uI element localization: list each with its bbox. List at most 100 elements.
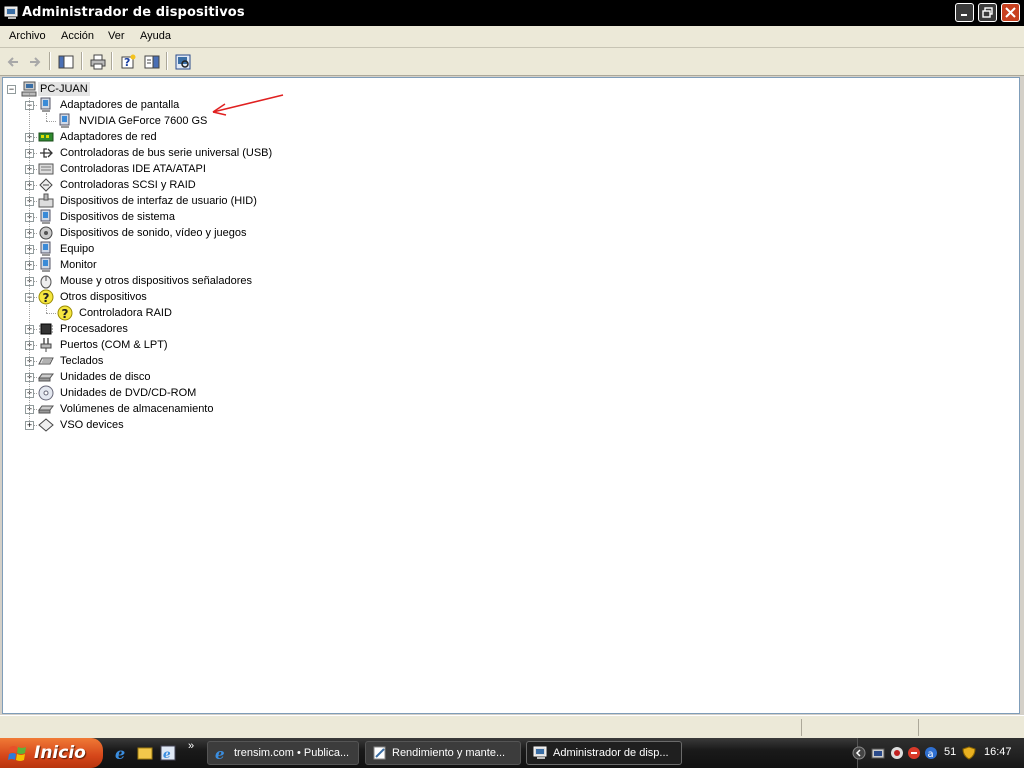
- tree-category-label[interactable]: Teclados: [60, 354, 103, 368]
- tree-connector: [29, 93, 30, 421]
- usb-icon: [40, 148, 53, 158]
- close-button[interactable]: [1001, 3, 1020, 22]
- restore-icon: [982, 7, 993, 18]
- dvd-icon: [38, 385, 54, 401]
- tree-category-label[interactable]: Controladoras SCSI y RAID: [60, 178, 196, 192]
- more-quicklaunch-chevron[interactable]: »: [188, 740, 194, 752]
- collapse-toggle[interactable]: −: [7, 85, 16, 94]
- menu-archivo[interactable]: Archivo: [9, 30, 46, 42]
- forward-icon: [30, 57, 41, 67]
- processor-icon: [39, 323, 53, 335]
- close-icon: [1005, 7, 1016, 18]
- hid-icon: [38, 193, 54, 208]
- tree-category-label[interactable]: Adaptadores de red: [60, 130, 157, 144]
- svg-text:e: e: [215, 745, 225, 761]
- security-icon[interactable]: [907, 746, 921, 760]
- svg-text:?: ?: [62, 307, 69, 321]
- keyboard-icon: [38, 357, 54, 365]
- tree-category-label[interactable]: Unidades de DVD/CD-ROM: [60, 386, 196, 400]
- internet-explorer-icon[interactable]: e: [114, 745, 130, 761]
- tree-category-label[interactable]: Procesadores: [60, 322, 128, 336]
- show-hidden-icons-button[interactable]: [852, 746, 866, 760]
- tree-category-label[interactable]: Equipo: [60, 242, 94, 256]
- status-bar: [0, 715, 1024, 739]
- menu-ayuda[interactable]: Ayuda: [140, 30, 171, 42]
- help-button[interactable]: ?: [117, 51, 139, 73]
- task-label: trensim.com • Publica...: [234, 747, 350, 759]
- tree-connector: [46, 305, 47, 313]
- annotation-arrow: [212, 94, 284, 116]
- scan-hardware-icon: [175, 54, 191, 70]
- tree-category-label[interactable]: Volúmenes de almacenamiento: [60, 402, 213, 416]
- tree-category-label[interactable]: Puertos (COM & LPT): [60, 338, 168, 352]
- disk-icon: [38, 373, 54, 382]
- clock: 16:47: [984, 746, 1012, 758]
- toolbar-separator: [49, 52, 51, 70]
- task-label: Rendimiento y mante...: [392, 747, 506, 759]
- tray-number: 51: [944, 746, 957, 758]
- tree-device-label[interactable]: NVIDIA GeForce 7600 GS: [79, 114, 207, 128]
- window-title: Administrador de dispositivos: [22, 5, 245, 20]
- toolbar-separator: [166, 52, 168, 70]
- internet-explorer-icon: e: [215, 745, 225, 761]
- antivirus-icon[interactable]: [890, 746, 904, 760]
- console-tree-icon: [58, 55, 74, 69]
- svg-text:a: a: [928, 749, 934, 760]
- messenger-icon[interactable]: a: [924, 746, 938, 760]
- tree-category-label[interactable]: Mouse y otros dispositivos señaladores: [60, 274, 252, 288]
- properties-button[interactable]: [141, 51, 163, 73]
- control-panel-icon: [373, 746, 386, 760]
- tree-category-label[interactable]: Monitor: [60, 258, 97, 272]
- tree-category-label[interactable]: Dispositivos de sonido, vídeo y juegos: [60, 226, 247, 240]
- console-tree-button[interactable]: [55, 51, 77, 73]
- restore-button[interactable]: [978, 3, 997, 22]
- start-label: Inicio: [34, 743, 86, 763]
- svg-text:e: e: [115, 745, 125, 761]
- tree-category-label[interactable]: Dispositivos de interfaz de usuario (HID…: [60, 194, 257, 208]
- tree-category-label[interactable]: Controladoras de bus serie universal (US…: [60, 146, 272, 160]
- network-icon[interactable]: [871, 746, 885, 760]
- tree-category-label[interactable]: Dispositivos de sistema: [60, 210, 175, 224]
- tree-category-label[interactable]: Otros dispositivos: [60, 290, 147, 304]
- title-bar: Administrador de dispositivos: [0, 0, 1024, 26]
- device-manager-icon: [533, 746, 547, 759]
- port-icon: [40, 338, 52, 352]
- monitor-icon: [40, 257, 51, 272]
- unknown-device-icon: ?: [38, 289, 54, 305]
- toolbar: ?: [0, 48, 1024, 76]
- tree-connector: [46, 113, 47, 121]
- scan-hardware-button[interactable]: [172, 51, 194, 73]
- menu-accion[interactable]: Acción: [61, 30, 94, 42]
- tree-category-label[interactable]: Controladoras IDE ATA/ATAPI: [60, 162, 206, 176]
- taskbar: Inicio e e » e trensim.com • Publica... …: [0, 738, 1024, 768]
- tree-category-label[interactable]: VSO devices: [60, 418, 124, 432]
- task-administrador[interactable]: Administrador de disp...: [526, 741, 682, 765]
- tree-category-label[interactable]: Unidades de disco: [60, 370, 151, 384]
- forward-button[interactable]: [24, 51, 46, 73]
- system-icon: [40, 209, 51, 224]
- tree-category-label[interactable]: Adaptadores de pantalla: [60, 98, 179, 112]
- menu-bar: Archivo Acción Ver Ayuda: [0, 26, 1024, 48]
- device-tree: − PC-JUAN − Adaptadores de pantalla NVIDIA G…: [2, 77, 1020, 714]
- shield-icon[interactable]: [962, 746, 976, 760]
- tree-device-label[interactable]: Controladora RAID: [79, 306, 172, 320]
- task-rendimiento[interactable]: Rendimiento y mante...: [365, 741, 521, 765]
- status-cell: [918, 719, 919, 736]
- sound-icon: [39, 226, 53, 240]
- back-button[interactable]: [2, 51, 24, 73]
- internet-explorer-icon[interactable]: e: [160, 745, 176, 761]
- svg-text:?: ?: [43, 291, 50, 305]
- menu-ver[interactable]: Ver: [108, 30, 125, 42]
- svg-text:e: e: [163, 747, 171, 761]
- minimize-button[interactable]: [955, 3, 974, 22]
- ide-icon: [38, 163, 54, 175]
- print-button[interactable]: [87, 51, 109, 73]
- expand-toggle[interactable]: +: [25, 421, 34, 430]
- mouse-icon: [40, 275, 52, 289]
- task-trensim[interactable]: e trensim.com • Publica...: [207, 741, 359, 765]
- unknown-device-icon: ?: [57, 305, 73, 321]
- print-icon: [90, 54, 106, 70]
- start-button[interactable]: Inicio: [0, 738, 103, 768]
- tree-root-label[interactable]: PC-JUAN: [38, 82, 90, 96]
- folder-icon[interactable]: [137, 745, 153, 761]
